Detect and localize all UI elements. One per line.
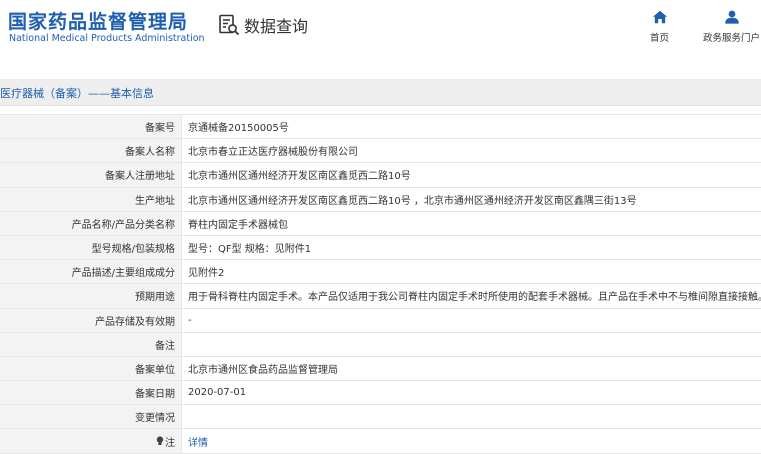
field-value: 北京市通州区通州经济开发区南区鑫觅西二路10号	[182, 163, 761, 187]
table-row: 备案日期 2020-07-01	[0, 381, 761, 405]
table-row: 产品名称/产品分类名称 脊柱内固定手术器械包	[0, 211, 761, 235]
field-label: 产品名称/产品分类名称	[0, 211, 182, 235]
section-title: 医疗器械（备案）——基本信息	[0, 85, 154, 101]
data-query-link[interactable]: 数据查询	[218, 13, 308, 37]
site-header: 国家药品监督管理局 National Medical Products Admi…	[0, 0, 761, 78]
table-row: 备注	[0, 332, 761, 356]
field-label: 备案日期	[0, 381, 182, 405]
document-search-icon	[218, 14, 240, 36]
table-row: 型号规格/包装规格 型号：QF型 规格：见附件1	[0, 235, 761, 259]
field-value: 型号：QF型 规格：见附件1	[182, 235, 761, 259]
field-label: 备案单位	[0, 356, 182, 380]
nav-service-label: 政务服务门户	[703, 30, 760, 44]
section-bar: 医疗器械（备案）——基本信息	[0, 79, 761, 106]
note-label-cell: 注	[0, 429, 182, 453]
table-row: 备案人注册地址 北京市通州区通州经济开发区南区鑫觅西二路10号	[0, 163, 761, 187]
field-label: 备案人注册地址	[0, 163, 182, 187]
field-label: 产品存储及有效期	[0, 308, 182, 332]
field-label: 预期用途	[0, 284, 182, 308]
field-label: 型号规格/包装规格	[0, 235, 182, 259]
field-value: 京通械备20150005号	[182, 115, 761, 139]
table-row: 备案号 京通械备20150005号	[0, 115, 761, 139]
nav-home-label: 首页	[650, 30, 669, 44]
field-value: -	[182, 308, 761, 332]
table-row: 生产地址 北京市通州区通州经济开发区南区鑫觅西二路10号 ，北京市通州区通州经济…	[0, 187, 761, 211]
field-label: 备案号	[0, 115, 182, 139]
table-row: 变更情况	[0, 405, 761, 429]
table-row: 产品描述/主要组成成分 见附件2	[0, 260, 761, 284]
field-value: 脊柱内固定手术器械包	[182, 211, 761, 235]
field-value: 2020-07-01	[182, 381, 761, 405]
field-value	[182, 405, 761, 429]
table-row: 注 详情	[0, 429, 761, 453]
nav-home[interactable]: 首页	[650, 10, 669, 44]
field-label: 生产地址	[0, 187, 182, 211]
lightbulb-icon	[156, 436, 164, 449]
table-row: 产品存储及有效期 -	[0, 308, 761, 332]
field-label: 产品描述/主要组成成分	[0, 260, 182, 284]
field-value: 北京市通州区食品药品监督管理局	[182, 356, 761, 380]
table-row: 备案单位 北京市通州区食品药品监督管理局	[0, 356, 761, 380]
field-value	[182, 332, 761, 356]
site-logo-en[interactable]: National Medical Products Administration	[9, 33, 205, 44]
table-row: 备案人名称 北京市春立正达医疗器械股份有限公司	[0, 139, 761, 163]
field-label: 备案人名称	[0, 139, 182, 163]
home-icon	[652, 10, 668, 30]
site-logo-cn[interactable]: 国家药品监督管理局	[8, 7, 188, 34]
record-detail-table: 备案号 京通械备20150005号 备案人名称 北京市春立正达医疗器械股份有限公…	[0, 114, 761, 454]
field-label: 备注	[0, 332, 182, 356]
field-label: 变更情况	[0, 405, 182, 429]
field-label: 注	[165, 438, 175, 449]
field-value: 北京市春立正达医疗器械股份有限公司	[182, 139, 761, 163]
field-value: 用于骨科脊柱内固定手术。本产品仅适用于我公司脊柱内固定手术时所使用的配套手术器械…	[182, 284, 761, 308]
field-value: 见附件2	[182, 260, 761, 284]
table-row: 预期用途 用于骨科脊柱内固定手术。本产品仅适用于我公司脊柱内固定手术时所使用的配…	[0, 284, 761, 308]
nav-service-portal[interactable]: 政务服务门户	[703, 10, 760, 44]
field-value: 北京市通州区通州经济开发区南区鑫觅西二路10号 ，北京市通州区通州经济开发区南区…	[182, 187, 761, 211]
user-icon	[724, 10, 740, 30]
data-query-label: 数据查询	[244, 13, 308, 37]
details-link[interactable]: 详情	[182, 429, 761, 453]
